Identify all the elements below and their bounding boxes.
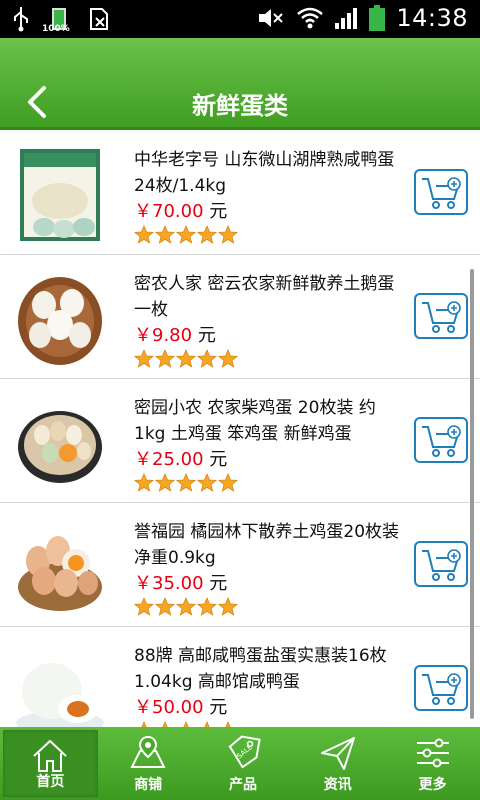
battery-icon: 100%	[42, 6, 70, 34]
star-icon	[134, 349, 154, 368]
add-to-cart-button[interactable]	[414, 665, 468, 711]
add-cart-icon	[422, 673, 461, 705]
price-unit: 元	[209, 201, 228, 222]
paper-plane-icon	[320, 737, 355, 770]
product-price: ￥70.00 元	[134, 197, 227, 223]
star-icon	[197, 597, 217, 616]
nav-item-home[interactable]: 首页	[3, 730, 98, 797]
price-value: 25.00	[152, 449, 204, 470]
star-rating	[134, 225, 238, 245]
product-price: ￥9.80 元	[134, 321, 216, 347]
product-list[interactable]: 中华老字号 山东微山湖牌熟咸鸭蛋24枚/1.4kg ￥70.00 元 密农人家 …	[0, 131, 480, 727]
usb-icon	[14, 7, 28, 32]
add-to-cart-button[interactable]	[414, 417, 468, 463]
price-symbol: ￥	[134, 449, 152, 470]
sale-tag-icon: SALE	[228, 735, 261, 769]
add-to-cart-button[interactable]	[414, 169, 468, 215]
star-icon	[218, 349, 238, 368]
product-price: ￥50.00 元	[134, 693, 227, 719]
nav-label: 更多	[418, 777, 447, 793]
product-item[interactable]: 密农人家 密云农家新鲜散养土鹅蛋 一枚 ￥9.80 元	[0, 255, 480, 379]
product-image-salted-duck-egg-halved	[16, 663, 104, 727]
star-icon	[134, 225, 154, 244]
price-symbol: ￥	[134, 573, 152, 594]
nav-item-more[interactable]: 更多	[385, 727, 480, 800]
product-name: 密园小农 农家柴鸡蛋 20枚装 约1kg 土鸡蛋 笨鸡蛋 新鲜鸡蛋	[134, 398, 376, 444]
price-symbol: ￥	[134, 325, 152, 346]
app-header: 新鲜蛋类	[0, 38, 480, 130]
price-value: 50.00	[152, 697, 204, 718]
price-unit: 元	[209, 449, 228, 470]
star-rating	[134, 349, 238, 369]
price-unit: 元	[209, 573, 228, 594]
product-image-goose-eggs-basket	[18, 277, 102, 365]
price-value: 9.80	[152, 325, 193, 346]
add-to-cart-button[interactable]	[414, 541, 468, 587]
price-symbol: ￥	[134, 201, 152, 222]
add-cart-icon	[422, 425, 461, 457]
mute-icon	[259, 9, 284, 27]
home-icon	[33, 739, 68, 772]
star-icon	[134, 597, 154, 616]
nav-item-shops[interactable]: 商铺	[101, 727, 196, 800]
signal-icon	[335, 8, 358, 29]
product-name: 中华老字号 山东微山湖牌熟咸鸭蛋24枚/1.4kg	[134, 150, 395, 196]
product-item[interactable]: 中华老字号 山东微山湖牌熟咸鸭蛋24枚/1.4kg ￥70.00 元	[0, 131, 480, 255]
star-icon	[155, 473, 175, 492]
status-bar: 100% 14:38	[0, 0, 480, 38]
star-rating	[134, 597, 238, 617]
scrollbar[interactable]	[470, 269, 474, 719]
sim-icon	[90, 8, 108, 30]
nav-label: 商铺	[134, 777, 163, 793]
product-image-salted-duck-eggs-box	[20, 149, 100, 241]
star-icon	[218, 473, 238, 492]
product-item[interactable]: 88牌 高邮咸鸭蛋盐蛋实惠装16枚 1.04kg 高邮馆咸鸭蛋 ￥50.00 元	[0, 627, 480, 727]
star-icon	[218, 225, 238, 244]
product-name: 88牌 高邮咸鸭蛋盐蛋实惠装16枚 1.04kg 高邮馆咸鸭蛋	[134, 646, 387, 692]
star-icon	[155, 225, 175, 244]
price-symbol: ￥	[134, 697, 152, 718]
star-icon	[197, 225, 217, 244]
product-item[interactable]: 密园小农 农家柴鸡蛋 20枚装 约1kg 土鸡蛋 笨鸡蛋 新鲜鸡蛋 ￥25.00…	[0, 379, 480, 503]
product-name: 密农人家 密云农家新鲜散养土鹅蛋 一枚	[134, 274, 395, 320]
star-icon	[155, 597, 175, 616]
sliders-icon	[416, 738, 449, 768]
price-value: 35.00	[152, 573, 204, 594]
nav-item-news[interactable]: 资讯	[290, 727, 385, 800]
star-icon	[176, 597, 196, 616]
star-icon	[218, 597, 238, 616]
star-icon	[197, 349, 217, 368]
add-cart-icon	[422, 549, 461, 581]
nav-item-products[interactable]: SALE 产品	[196, 727, 291, 800]
nav-label: 资讯	[323, 777, 352, 793]
star-icon	[176, 225, 196, 244]
price-unit: 元	[197, 325, 216, 346]
battery-percent: 100%	[42, 24, 70, 34]
add-cart-icon	[422, 177, 461, 209]
product-price: ￥35.00 元	[134, 569, 227, 595]
add-to-cart-button[interactable]	[414, 293, 468, 339]
nav-label: 产品	[228, 777, 257, 793]
price-unit: 元	[209, 697, 228, 718]
product-name: 誉福园 橘园林下散养土鸡蛋20枚装 净重0.9kg	[134, 522, 400, 568]
price-value: 70.00	[152, 201, 204, 222]
wifi-icon	[297, 7, 324, 29]
map-shop-icon	[130, 735, 166, 768]
star-icon	[134, 473, 154, 492]
status-time: 14:38	[396, 4, 468, 32]
star-icon	[155, 349, 175, 368]
bottom-nav: 首页 商铺 SALE 产品 资讯 更多	[0, 727, 480, 800]
product-image-chicken-eggs-bowl	[18, 411, 102, 483]
page-title: 新鲜蛋类	[192, 92, 288, 120]
nav-label: 首页	[36, 774, 65, 790]
add-cart-icon	[422, 301, 461, 333]
battery-full-icon	[369, 5, 386, 31]
star-rating	[134, 473, 238, 493]
star-icon	[176, 349, 196, 368]
product-image-brown-eggs-basket	[18, 536, 102, 611]
star-icon	[176, 473, 196, 492]
product-price: ￥25.00 元	[134, 445, 227, 471]
product-item[interactable]: 誉福园 橘园林下散养土鸡蛋20枚装 净重0.9kg ￥35.00 元	[0, 503, 480, 627]
star-icon	[197, 473, 217, 492]
